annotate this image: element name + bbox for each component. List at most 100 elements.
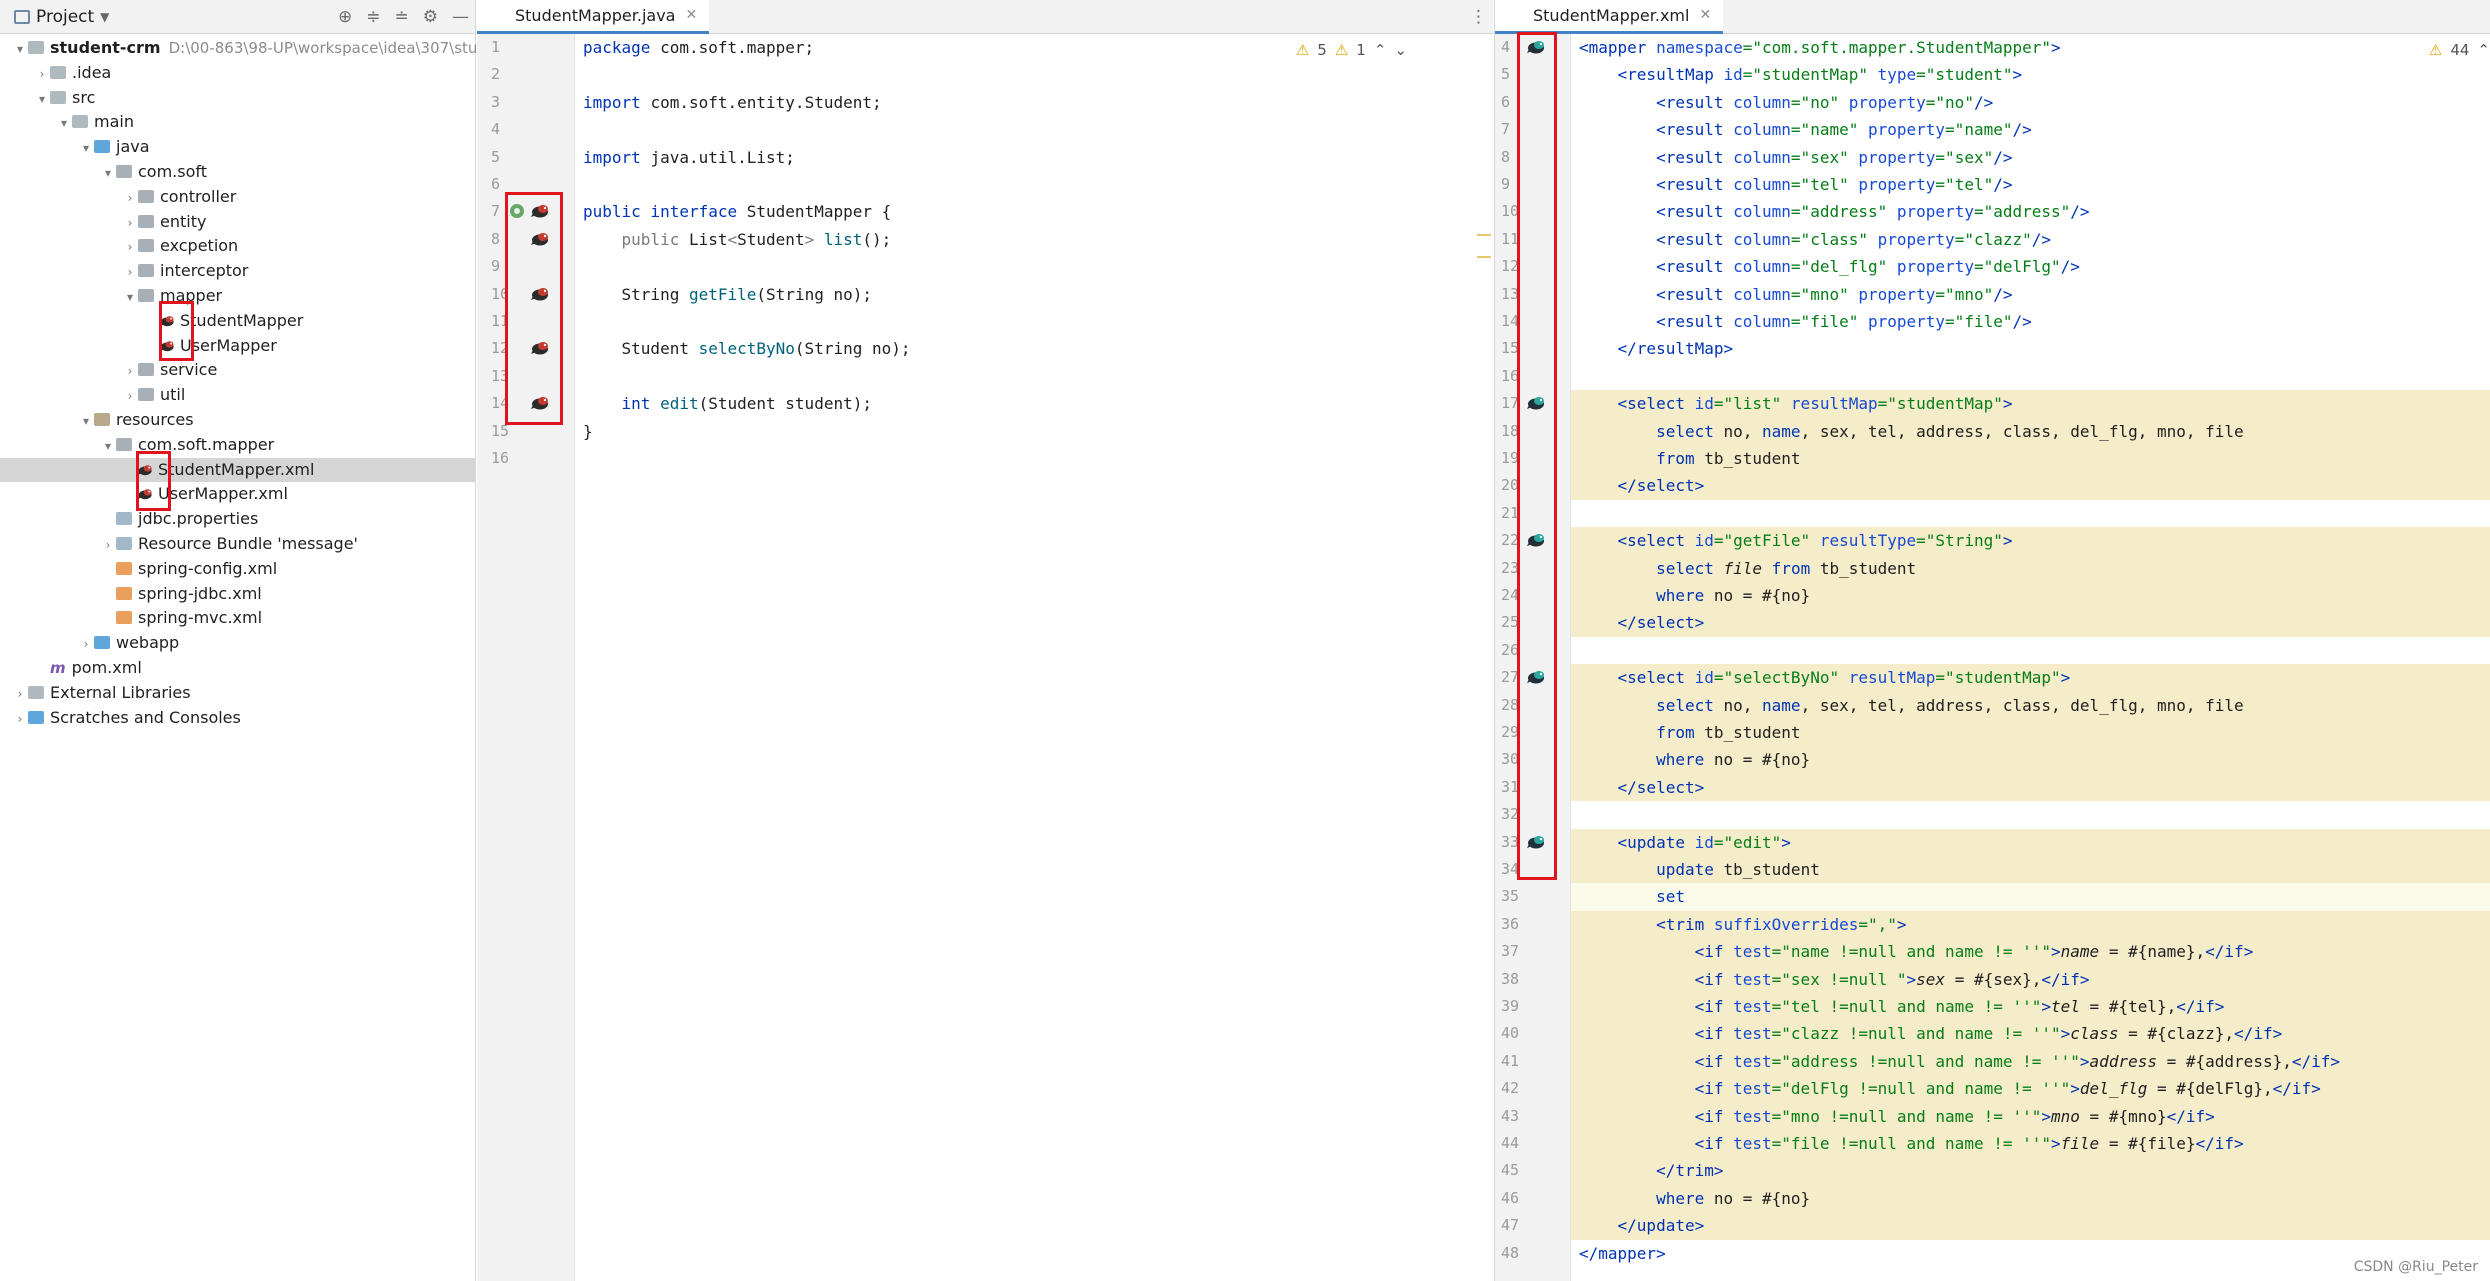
- code-line[interactable]: update tb_student: [1571, 856, 2490, 884]
- mybatis-navigation-icon[interactable]: [531, 340, 551, 356]
- tree-item[interactable]: UserMapper: [0, 334, 475, 359]
- collapse-all-icon[interactable]: ≐: [395, 7, 409, 27]
- code-line[interactable]: import java.util.List;: [575, 144, 1493, 171]
- chevron-up-icon[interactable]: ⌃: [1374, 41, 1387, 59]
- chevron-right-icon[interactable]: ›: [122, 235, 138, 260]
- tree-item[interactable]: ▾ src: [0, 86, 475, 111]
- code-line[interactable]: select no, name, sex, tel, address, clas…: [1571, 417, 2490, 445]
- code-line[interactable]: [575, 116, 1493, 143]
- tree-item[interactable]: ▾ resources: [0, 408, 475, 433]
- inspection-widget[interactable]: ⚠ 5 ⚠ 1 ⌃ ⌄: [1296, 41, 1407, 59]
- chevron-down-icon[interactable]: ▾: [56, 111, 72, 136]
- code-line[interactable]: <resultMap id="studentMap" type="student…: [1571, 61, 2490, 88]
- code-line[interactable]: [575, 61, 1493, 88]
- code-line[interactable]: from tb_student: [1571, 719, 2490, 747]
- code-line[interactable]: [1571, 637, 2490, 664]
- code-line[interactable]: <if test="name !=null and name != ''">na…: [1571, 938, 2490, 966]
- code-line[interactable]: [575, 363, 1493, 390]
- tree-item[interactable]: › util: [0, 383, 475, 408]
- code-line[interactable]: where no = #{no}: [1571, 746, 2490, 774]
- tree-item[interactable]: › controller: [0, 185, 475, 210]
- code-line[interactable]: <if test="sex !=null ">sex = #{sex},</if…: [1571, 965, 2490, 993]
- chevron-down-icon[interactable]: ▾: [34, 87, 50, 112]
- chevron-right-icon[interactable]: ›: [100, 533, 116, 558]
- mybatis-navigation-icon[interactable]: [1527, 669, 1547, 685]
- mybatis-navigation-icon[interactable]: [1527, 532, 1547, 548]
- code-line[interactable]: <result column="sex" property="sex"/>: [1571, 144, 2490, 171]
- code-line[interactable]: String getFile(String no);: [575, 281, 1493, 308]
- mybatis-navigation-icon[interactable]: [531, 231, 551, 247]
- code-line[interactable]: <result column="mno" property="mno"/>: [1571, 281, 2490, 308]
- tree-item[interactable]: › entity: [0, 210, 475, 235]
- tree-item[interactable]: ▾ main: [0, 110, 475, 135]
- tree-item[interactable]: › Resource Bundle 'message': [0, 532, 475, 557]
- tree-item[interactable]: ▾ mapper: [0, 284, 475, 309]
- tab-studentmapper-xml[interactable]: StudentMapper.xml ✕: [1495, 0, 1724, 34]
- code-line[interactable]: [1571, 801, 2490, 828]
- tree-item[interactable]: spring-jdbc.xml: [0, 582, 475, 607]
- code-line[interactable]: </update>: [1571, 1212, 2490, 1240]
- chevron-right-icon[interactable]: ›: [122, 211, 138, 236]
- chevron-down-icon[interactable]: ▾: [78, 136, 94, 161]
- tree-item[interactable]: › Scratches and Consoles: [0, 706, 475, 731]
- tree-item[interactable]: ▾ com.soft.mapper: [0, 433, 475, 458]
- code-line[interactable]: Student selectByNo(String no);: [575, 335, 1493, 362]
- tree-item[interactable]: › External Libraries: [0, 681, 475, 706]
- code-line[interactable]: <select id="getFile" resultType="String"…: [1571, 527, 2490, 555]
- chevron-down-icon[interactable]: ▾: [12, 37, 28, 62]
- inspection-widget[interactable]: ⚠ 44 ⌃: [2429, 41, 2490, 59]
- code-line[interactable]: </select>: [1571, 472, 2490, 500]
- code-line[interactable]: [575, 308, 1493, 335]
- code-line[interactable]: </resultMap>: [1571, 335, 2490, 362]
- chevron-right-icon[interactable]: ›: [122, 186, 138, 211]
- mybatis-navigation-icon[interactable]: [1527, 39, 1547, 55]
- code-line[interactable]: set: [1571, 883, 2490, 911]
- tree-item[interactable]: › webapp: [0, 631, 475, 656]
- code-line[interactable]: <result column="tel" property="tel"/>: [1571, 171, 2490, 198]
- chevron-up-icon[interactable]: ⌃: [2477, 41, 2490, 59]
- tree-item[interactable]: › interceptor: [0, 259, 475, 284]
- gear-icon[interactable]: ⚙: [423, 7, 438, 27]
- mybatis-navigation-icon[interactable]: [1527, 395, 1547, 411]
- code-line[interactable]: [1571, 500, 2490, 527]
- code-line[interactable]: <trim suffixOverrides=",">: [1571, 910, 2490, 939]
- code-line[interactable]: <select id="selectByNo" resultMap="stude…: [1571, 664, 2490, 692]
- code-line[interactable]: <result column="no" property="no"/>: [1571, 89, 2490, 116]
- tree-item[interactable]: ▾ student-crm D:\00-863\98-UP\workspace\id…: [0, 36, 496, 62]
- code-line[interactable]: <result column="del_flg" property="delFl…: [1571, 253, 2490, 280]
- tree-item[interactable]: StudentMapper: [0, 309, 475, 334]
- chevron-right-icon[interactable]: ›: [122, 384, 138, 409]
- expand-all-icon[interactable]: ≑: [366, 7, 380, 27]
- code-line[interactable]: [1571, 363, 2490, 390]
- code-line[interactable]: select file from tb_student: [1571, 554, 2490, 582]
- tree-item[interactable]: m pom.xml: [0, 656, 475, 681]
- code-line[interactable]: <result column="name" property="name"/>: [1571, 116, 2490, 143]
- project-view-selector[interactable]: Project ▼: [0, 7, 109, 27]
- tree-item[interactable]: › service: [0, 358, 475, 383]
- code-line[interactable]: <if test="file !=null and name != ''">fi…: [1571, 1130, 2490, 1158]
- code-line[interactable]: <result column="file" property="file"/>: [1571, 308, 2490, 335]
- code-line[interactable]: </select>: [1571, 609, 2490, 637]
- code-line[interactable]: <update id="edit">: [1571, 828, 2490, 856]
- code-line[interactable]: where no = #{no}: [1571, 1184, 2490, 1213]
- code-line[interactable]: public List<Student> list();: [575, 226, 1493, 253]
- code-line[interactable]: <if test="address !=null and name != ''"…: [1571, 1047, 2490, 1076]
- close-icon[interactable]: ✕: [1699, 7, 1711, 23]
- tab-studentmapper-java[interactable]: StudentMapper.java ✕: [477, 0, 710, 34]
- close-icon[interactable]: ✕: [685, 7, 697, 23]
- code-line[interactable]: import com.soft.entity.Student;: [575, 89, 1493, 116]
- tree-item[interactable]: › excpetion: [0, 234, 475, 259]
- chevron-down-icon[interactable]: ▾: [122, 285, 138, 310]
- chevron-right-icon[interactable]: ›: [122, 260, 138, 285]
- tree-item[interactable]: spring-mvc.xml: [0, 606, 475, 631]
- target-icon[interactable]: ⊕: [338, 7, 352, 27]
- code-line[interactable]: select no, name, sex, tel, address, clas…: [1571, 691, 2490, 719]
- code-line[interactable]: int edit(Student student);: [575, 390, 1493, 417]
- mybatis-navigation-icon[interactable]: [531, 286, 551, 302]
- code-line[interactable]: [575, 253, 1493, 280]
- java-code-area[interactable]: package com.soft.mapper; import com.soft.…: [575, 34, 1493, 1281]
- tree-item[interactable]: spring-config.xml: [0, 557, 475, 582]
- code-line[interactable]: </select>: [1571, 773, 2490, 802]
- code-line[interactable]: <if test="delFlg !=null and name != ''">…: [1571, 1075, 2490, 1103]
- chevron-down-icon[interactable]: ▾: [100, 434, 116, 459]
